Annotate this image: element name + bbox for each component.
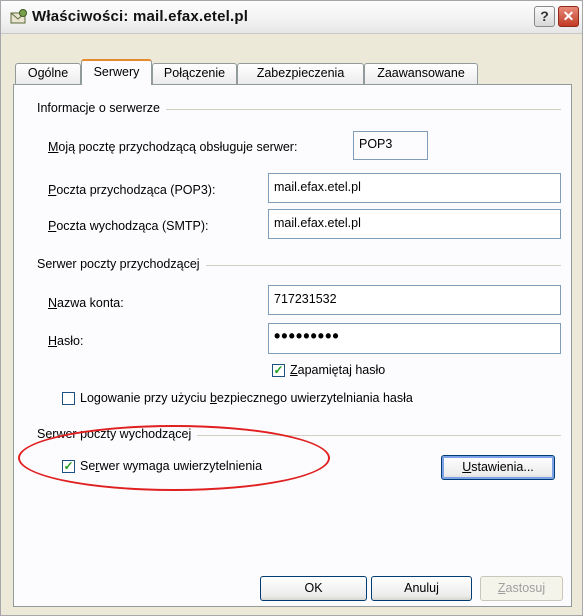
incoming-server-type-field: POP3 (353, 131, 428, 160)
tab-servers[interactable]: Serwery (81, 59, 152, 85)
help-button[interactable]: ? (534, 6, 555, 27)
pop3-server-input[interactable]: mail.efax.etel.pl (268, 173, 561, 203)
remember-password-checkbox[interactable]: ✓ (272, 364, 285, 377)
password-label: Hasło: (48, 334, 84, 348)
mail-account-icon (10, 9, 27, 24)
tab-security[interactable]: Zabezpieczenia (237, 63, 364, 84)
incoming-group-label: Serwer poczty przychodzącej (37, 257, 206, 271)
spa-login-label: Logowanie przy użyciu bezpiecznego uwier… (80, 391, 413, 405)
remember-password-label: Zapamiętaj hasło (290, 363, 386, 377)
settings-button[interactable]: Ustawienia... (441, 455, 555, 480)
account-name-label: Nazwa konta: (48, 296, 124, 310)
apply-button[interactable]: Zastosuj (480, 576, 563, 601)
smtp-label: Poczta wychodząca (SMTP): (48, 219, 209, 233)
close-button[interactable]: ✕ (558, 6, 579, 27)
smtp-server-input[interactable]: mail.efax.etel.pl (268, 209, 561, 239)
server-info-group-label: Informacje o serwerze (37, 101, 166, 115)
window-title: Właściwości: mail.efax.etel.pl (32, 8, 249, 25)
spa-login-checkbox[interactable] (62, 392, 75, 405)
password-input[interactable]: ••••••••• (268, 323, 561, 354)
title-bar[interactable]: Właściwości: mail.efax.etel.pl ? ✕ (1, 1, 582, 34)
tab-advanced[interactable]: Zaawansowane (364, 63, 478, 84)
pop3-label: Poczta przychodząca (POP3): (48, 183, 216, 197)
annotation-ellipse (18, 425, 330, 491)
cancel-button[interactable]: Anuluj (371, 576, 472, 601)
tab-connection[interactable]: Połączenie (152, 63, 237, 84)
account-name-input[interactable]: 717231532 (268, 285, 561, 315)
properties-dialog: Właściwości: mail.efax.etel.pl ? ✕ Ogóln… (0, 0, 583, 616)
incoming-server-type-label: Moją pocztę przychodzącą obsługuje serwe… (48, 140, 298, 154)
tab-general[interactable]: Ogólne (15, 63, 81, 84)
ok-button[interactable]: OK (260, 576, 367, 601)
